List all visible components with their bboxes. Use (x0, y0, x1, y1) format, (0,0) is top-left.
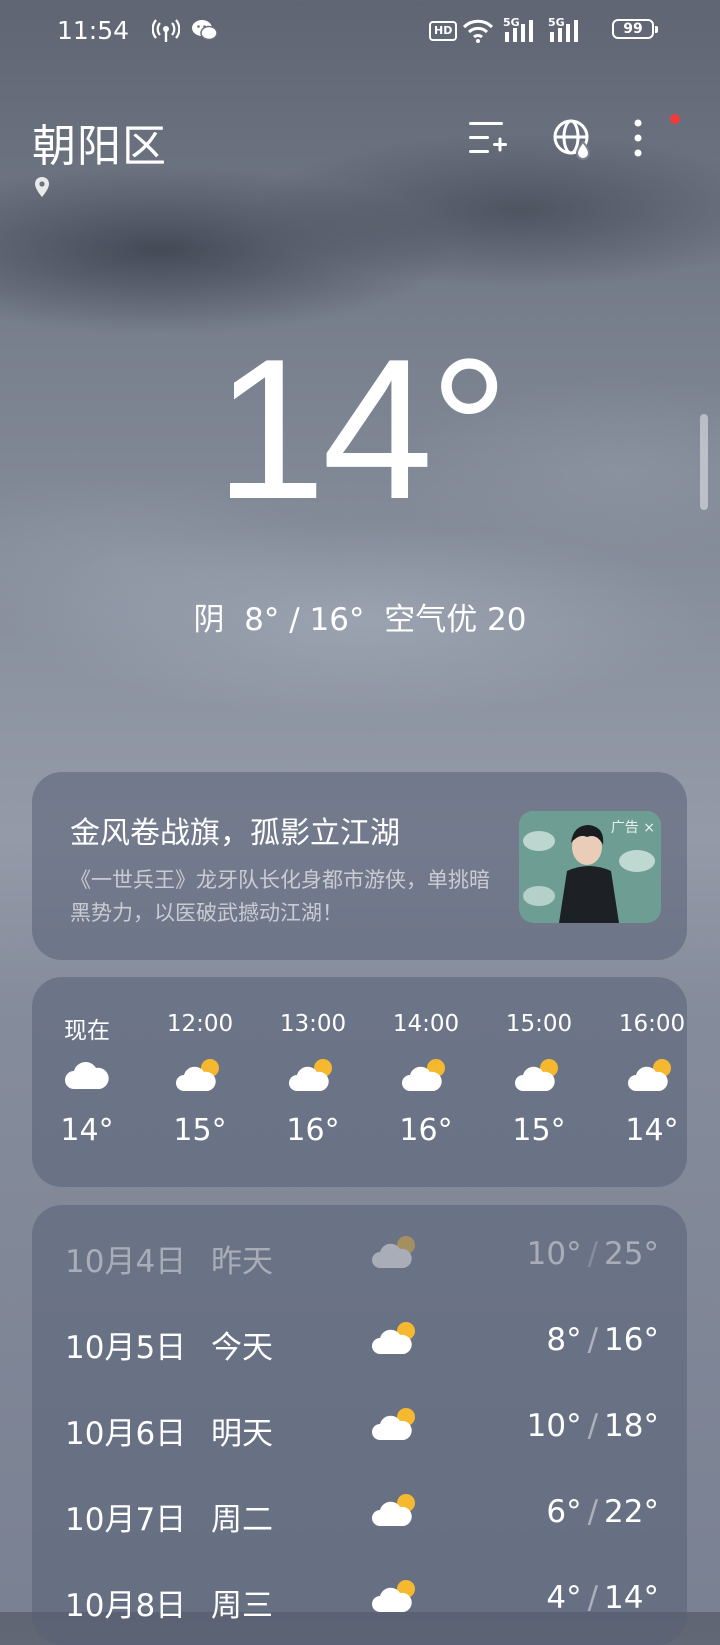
day-temp-range: 8°/16° (546, 1322, 659, 1358)
daily-forecast-card[interactable]: 10月4日 昨天 10°/25° 10月5日 今天 8°/16° 10月6日 明… (32, 1205, 687, 1645)
day-date: 10月8日 (65, 1588, 187, 1624)
day-high: 14° (604, 1580, 659, 1616)
day-temp-range: 10°/25° (526, 1236, 659, 1272)
hour-temp: 14° (60, 1113, 114, 1148)
signal-icon (550, 20, 578, 42)
day-low: 6° (546, 1494, 582, 1530)
day-low: 8° (546, 1322, 582, 1358)
ad-title: 金风卷战旗，孤影立江湖 (70, 816, 400, 851)
current-summary: 阴 8° / 16° 空气优 20 (193, 602, 527, 638)
partly-cloudy-icon (176, 1059, 219, 1091)
hour-label: 16:00 (618, 1011, 686, 1037)
hour-label: 14:00 (392, 1011, 460, 1037)
partly-cloudy-icon (372, 1236, 415, 1268)
day-temp-range: 10°/18° (526, 1408, 659, 1444)
hour-label: 12:00 (166, 1011, 234, 1037)
daily-row[interactable]: 10月8日 周三 4°/14° (32, 1570, 687, 1630)
current-temperature: 14° (214, 318, 509, 541)
daily-row[interactable]: 10月7日 周二 6°/22° (32, 1484, 687, 1544)
ad-description: 《一世兵王》龙牙队长化身都市游侠，单挑暗黑势力，以医破武撼动江湖！ (70, 868, 490, 925)
day-high: 16° (604, 1322, 659, 1358)
partly-cloudy-icon (289, 1059, 332, 1091)
hourly-item: 12:00 15° (150, 1011, 250, 1148)
partly-cloudy-icon (372, 1322, 415, 1354)
city-name[interactable]: 朝阳区 (32, 110, 167, 174)
hourly-item: 15:00 15° (489, 1011, 589, 1148)
wifi-icon (462, 19, 494, 43)
hour-temp: 15° (173, 1113, 227, 1148)
day-name: 周二 (211, 1502, 273, 1538)
hour-label: 15:00 (505, 1011, 573, 1037)
hourly-item: 16:00 14° (602, 1011, 687, 1148)
more-options-icon[interactable] (633, 118, 643, 158)
day-date: 10月5日 (65, 1330, 187, 1366)
location-pin-icon (35, 177, 49, 197)
hour-temp: 14° (625, 1113, 679, 1148)
hd-voice-badge: HD (429, 21, 458, 41)
cloudy-icon (65, 1062, 109, 1089)
scrollbar[interactable] (700, 414, 708, 510)
partly-cloudy-icon (628, 1059, 671, 1091)
day-low: 4° (546, 1580, 582, 1616)
hotspot-icon (152, 19, 180, 42)
day-date: 10月4日 (65, 1244, 187, 1280)
day-name: 明天 (211, 1416, 273, 1452)
day-high: 25° (604, 1236, 659, 1272)
partly-cloudy-icon (372, 1580, 415, 1612)
hour-temp: 15° (512, 1113, 566, 1148)
daily-row[interactable]: 10月6日 明天 10°/18° (32, 1398, 687, 1458)
manage-cities-icon[interactable] (467, 118, 509, 158)
day-high: 18° (604, 1408, 659, 1444)
partly-cloudy-icon (515, 1059, 558, 1091)
daily-row[interactable]: 10月4日 昨天 10°/25° (32, 1226, 687, 1286)
ad-card[interactable]: 金风卷战旗，孤影立江湖 《一世兵王》龙牙队长化身都市游侠，单挑暗黑势力，以医破武… (32, 772, 687, 960)
day-date: 10月7日 (65, 1502, 187, 1538)
wechat-icon (192, 20, 218, 41)
day-name: 昨天 (211, 1244, 273, 1280)
partly-cloudy-icon (372, 1494, 415, 1526)
hourly-item: 13:00 16° (263, 1011, 363, 1148)
globe-weather-icon[interactable] (552, 118, 594, 160)
daily-row[interactable]: 10月5日 今天 8°/16° (32, 1312, 687, 1372)
day-low: 10° (526, 1236, 582, 1272)
partly-cloudy-icon (372, 1408, 415, 1440)
day-date: 10月6日 (65, 1416, 187, 1452)
notification-dot (670, 114, 680, 124)
hour-label: 13:00 (279, 1011, 347, 1037)
day-name: 今天 (211, 1330, 273, 1366)
partly-cloudy-icon (402, 1059, 445, 1091)
ad-label[interactable]: 广告 × (611, 817, 655, 837)
status-time: 11:54 (57, 16, 130, 45)
day-name: 周三 (211, 1588, 273, 1624)
hourly-forecast-card[interactable]: 现在 14° 12:00 15° 13:00 16° 14:00 16° 15:… (32, 977, 687, 1187)
hour-label: 现在 (64, 1018, 110, 1044)
hour-temp: 16° (286, 1113, 340, 1148)
hourly-item: 14:00 16° (376, 1011, 476, 1148)
day-temp-range: 6°/22° (546, 1494, 659, 1530)
battery-indicator: 99 (612, 19, 658, 39)
hour-temp: 16° (399, 1113, 453, 1148)
day-high: 22° (604, 1494, 659, 1530)
ad-image[interactable]: 广告 × (519, 811, 661, 923)
signal-icon (505, 20, 533, 42)
status-bar: 11:54 HD 5G 5G 99 (0, 0, 720, 64)
day-temp-range: 4°/14° (546, 1580, 659, 1616)
day-low: 10° (526, 1408, 582, 1444)
hourly-item: 现在 14° (37, 1011, 137, 1148)
